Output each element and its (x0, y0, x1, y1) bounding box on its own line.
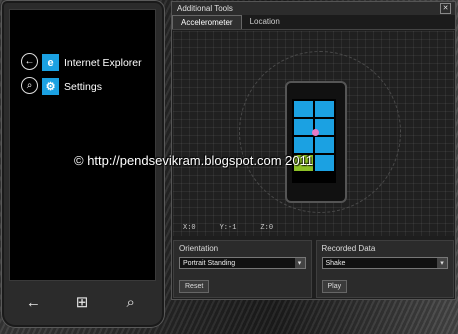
app-item-internet-explorer[interactable]: e Internet Explorer (42, 54, 142, 71)
app-item-settings[interactable]: ⚙ Settings (42, 78, 102, 95)
recorded-data-header: Recorded Data (321, 244, 376, 253)
accelerometer-viewport[interactable]: X:0 Y:-1 Z:0 (173, 31, 454, 236)
orientation-value: Portrait Standing (183, 259, 236, 267)
window-title: Additional Tools (177, 4, 233, 13)
window-titlebar: Additional Tools ✕ (172, 2, 455, 15)
orientation-panel: Orientation Portrait Standing ▾ Reset (173, 240, 312, 298)
additional-tools-window: Additional Tools ✕ Accelerometer Locatio… (171, 1, 456, 300)
reset-button[interactable]: Reset (179, 280, 210, 293)
device-3d-model[interactable] (285, 81, 347, 203)
recorded-data-panel: Recorded Data Shake ▾ Play (315, 240, 454, 298)
x-readout: X:0 (183, 224, 196, 232)
app-label: Internet Explorer (64, 56, 142, 69)
z-readout: Z:0 (260, 224, 274, 232)
y-readout: Y:-1 (219, 224, 237, 232)
settings-icon: ⚙ (42, 78, 59, 95)
windows-start-icon[interactable]: ⊞ (67, 287, 97, 317)
tab-accelerometer[interactable]: Accelerometer (172, 15, 242, 29)
search-circle-icon[interactable]: ⌕ (21, 77, 38, 94)
play-button[interactable]: Play (321, 280, 348, 293)
internet-explorer-icon: e (42, 54, 59, 71)
search-icon[interactable]: ⌕ (116, 287, 146, 317)
drag-handle-dot[interactable] (312, 129, 319, 136)
tab-location[interactable]: Location (242, 15, 288, 29)
phone-screen: ← ⌕ e Internet Explorer ⚙ Settings (9, 9, 156, 281)
chevron-down-icon[interactable]: ▾ (294, 258, 305, 268)
recorded-data-select[interactable]: Shake ▾ (321, 257, 448, 269)
watermark: © http://pendsevikram.blogspot.com 2011 (74, 153, 314, 168)
back-arrow-icon[interactable]: ← (21, 53, 38, 70)
tab-bar: Accelerometer Location (172, 15, 455, 30)
orientation-select[interactable]: Portrait Standing ▾ (179, 257, 306, 269)
app-label: Settings (64, 80, 102, 93)
orientation-header: Orientation (179, 244, 219, 253)
close-icon[interactable]: ✕ (440, 3, 451, 14)
device-model-screen (292, 99, 336, 183)
chevron-down-icon[interactable]: ▾ (437, 258, 447, 268)
acceleration-readout: X:0 Y:-1 Z:0 (183, 224, 273, 232)
phone-hardware-buttons: ← ⊞ ⌕ (9, 283, 155, 321)
back-icon[interactable]: ← (18, 287, 48, 317)
recorded-data-value: Shake (325, 259, 346, 267)
control-panels: Orientation Portrait Standing ▾ Reset Re… (173, 240, 454, 298)
